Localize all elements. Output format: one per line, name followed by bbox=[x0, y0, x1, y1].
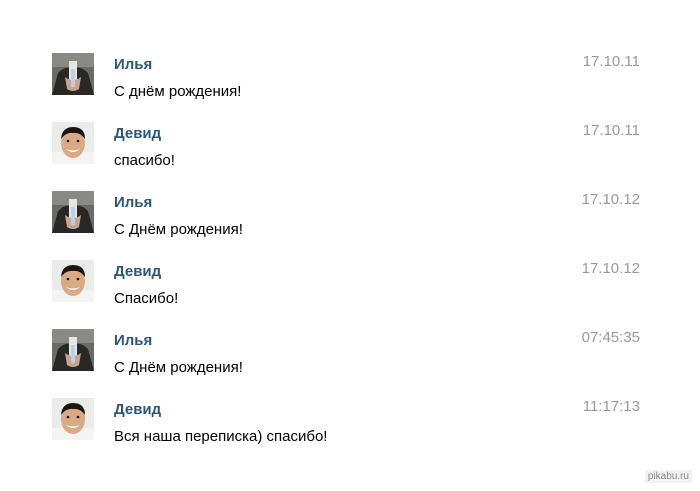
avatar[interactable] bbox=[52, 329, 94, 371]
david-avatar-icon bbox=[52, 122, 94, 164]
message-item: Илья С Днём рождения! 07:45:35 bbox=[52, 329, 642, 389]
message-text: Спасибо! bbox=[114, 290, 179, 307]
message-text: спасибо! bbox=[114, 152, 175, 169]
message-author[interactable]: Девид bbox=[114, 125, 161, 142]
message-text: С Днём рождения! bbox=[114, 221, 243, 238]
david-avatar-icon bbox=[52, 260, 94, 302]
avatar[interactable] bbox=[52, 191, 94, 233]
ilya-avatar-icon bbox=[52, 191, 94, 233]
watermark: pikabu.ru bbox=[644, 470, 692, 483]
avatar[interactable] bbox=[52, 398, 94, 440]
avatar[interactable] bbox=[52, 53, 94, 95]
ilya-avatar-icon bbox=[52, 53, 94, 95]
message-time: 17.10.11 bbox=[582, 53, 640, 70]
message-time: 17.10.11 bbox=[582, 122, 640, 139]
message-author[interactable]: Илья bbox=[114, 56, 152, 73]
message-item: Девид Вся наша переписка) спасибо! 11:17… bbox=[52, 398, 642, 458]
message-author[interactable]: Илья bbox=[114, 332, 152, 349]
message-item: Илья С днём рождения! 17.10.11 bbox=[52, 53, 642, 113]
message-author[interactable]: Девид bbox=[114, 263, 161, 280]
message-time: 17.10.12 bbox=[581, 191, 640, 208]
avatar[interactable] bbox=[52, 122, 94, 164]
message-author[interactable]: Илья bbox=[114, 194, 152, 211]
message-text: С днём рождения! bbox=[114, 83, 242, 100]
message-item: Девид спасибо! 17.10.11 bbox=[52, 122, 642, 182]
message-item: Илья С Днём рождения! 17.10.12 bbox=[52, 191, 642, 251]
avatar[interactable] bbox=[52, 260, 94, 302]
message-time: 07:45:35 bbox=[581, 329, 640, 346]
message-text: С Днём рождения! bbox=[114, 359, 243, 376]
message-item: Девид Спасибо! 17.10.12 bbox=[52, 260, 642, 320]
message-author[interactable]: Девид bbox=[114, 401, 161, 418]
message-time: 11:17:13 bbox=[582, 398, 640, 415]
message-time: 17.10.12 bbox=[581, 260, 640, 277]
ilya-avatar-icon bbox=[52, 329, 94, 371]
message-text: Вся наша переписка) спасибо! bbox=[114, 428, 328, 445]
david-avatar-icon bbox=[52, 398, 94, 440]
